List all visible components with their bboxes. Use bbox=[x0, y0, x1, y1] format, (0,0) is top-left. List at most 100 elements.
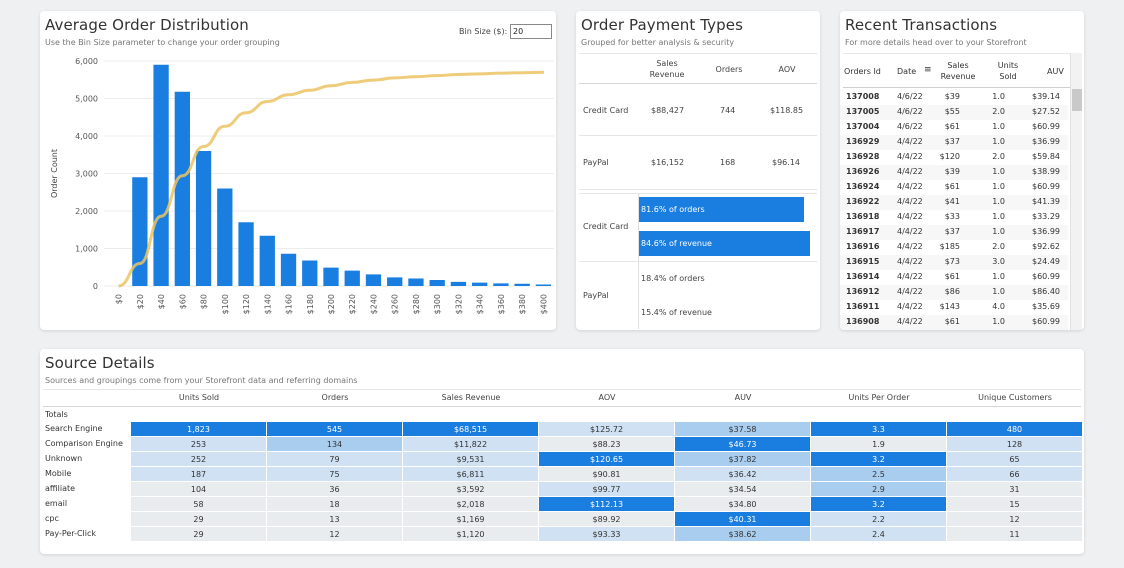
transaction-row[interactable]: 136917 4/4/22 $37 1.0 $36.99 bbox=[840, 225, 1068, 240]
source-name: cpc bbox=[45, 514, 59, 523]
transaction-row[interactable]: 136928 4/4/22 $120 2.0 $59.84 bbox=[840, 150, 1068, 165]
transaction-row[interactable]: 137005 4/6/22 $55 2.0 $27.52 bbox=[840, 105, 1068, 120]
source-col-header[interactable]: Units Per Order bbox=[811, 393, 947, 402]
payment-revenue: $88,427 bbox=[651, 106, 685, 115]
credit-card-orders-bar: 81.6% of orders bbox=[639, 197, 804, 222]
order-auv: $24.49 bbox=[1032, 257, 1060, 266]
order-date: 4/4/22 bbox=[897, 302, 923, 311]
transaction-row[interactable]: 136924 4/4/22 $61 1.0 $60.99 bbox=[840, 180, 1068, 195]
x-tick-label: $380 bbox=[518, 294, 527, 314]
order-revenue: $41 bbox=[944, 197, 960, 206]
col-order-id[interactable]: Orders Id bbox=[844, 67, 881, 76]
order-id: 136911 bbox=[846, 302, 880, 311]
source-cell: 36 bbox=[267, 482, 403, 497]
x-tick-label: $40 bbox=[157, 294, 166, 309]
order-auv: $35.69 bbox=[1032, 302, 1060, 311]
y-tick-label: 3,000 bbox=[75, 170, 98, 179]
order-auv: $92.62 bbox=[1032, 242, 1060, 251]
col-aov: AOV bbox=[778, 65, 796, 74]
order-auv: $27.52 bbox=[1032, 107, 1060, 116]
source-name: email bbox=[45, 499, 68, 508]
order-date: 4/6/22 bbox=[897, 92, 923, 101]
transaction-row[interactable]: 136911 4/4/22 $143 4.0 $35.69 bbox=[840, 300, 1068, 315]
transaction-row[interactable]: 136915 4/4/22 $73 3.0 $24.49 bbox=[840, 255, 1068, 270]
transaction-row[interactable]: 136912 4/4/22 $86 1.0 $86.40 bbox=[840, 285, 1068, 300]
order-distribution-chart: 6,000 5,000 4,000 3,000 2,000 1,000 0 Order Cou… bbox=[50, 57, 554, 314]
transaction-row[interactable]: 136929 4/4/22 $37 1.0 $36.99 bbox=[840, 135, 1068, 150]
sort-icon[interactable]: ≡ bbox=[924, 65, 932, 75]
source-col-header[interactable]: Sales Revenue bbox=[403, 393, 539, 402]
transaction-row[interactable]: 136916 4/4/22 $185 2.0 $92.62 bbox=[840, 240, 1068, 255]
divider bbox=[579, 83, 817, 84]
order-units: 1.0 bbox=[992, 182, 1005, 191]
source-col-header[interactable]: Unique Customers bbox=[947, 393, 1083, 402]
order-auv: $38.99 bbox=[1032, 167, 1060, 176]
histogram-bar bbox=[323, 267, 339, 286]
histogram-bar bbox=[535, 284, 552, 286]
x-tick-label: $180 bbox=[306, 294, 315, 314]
order-units: 2.0 bbox=[992, 152, 1005, 161]
order-id: 137004 bbox=[846, 122, 880, 131]
source-col-header[interactable]: Units Sold bbox=[131, 393, 267, 402]
source-cell: $38.62 bbox=[675, 527, 811, 542]
col-orders: Orders bbox=[715, 65, 743, 74]
x-tick-label: $200 bbox=[327, 294, 336, 314]
source-cell: $6,811 bbox=[403, 467, 539, 482]
scrollbar-thumb[interactable] bbox=[1072, 89, 1082, 111]
col-auv[interactable]: AUV bbox=[1047, 67, 1064, 76]
source-cell: 2.9 bbox=[811, 482, 947, 497]
order-auv: $86.40 bbox=[1032, 287, 1060, 296]
x-tick-label: $300 bbox=[433, 294, 442, 314]
x-tick-label: $400 bbox=[539, 294, 548, 314]
transaction-row[interactable]: 137004 4/6/22 $61 1.0 $60.99 bbox=[840, 120, 1068, 135]
transaction-row[interactable]: 136908 4/4/22 $61 1.0 $60.99 bbox=[840, 315, 1068, 330]
source-cell: 252 bbox=[131, 452, 267, 467]
source-cell: 2.2 bbox=[811, 512, 947, 527]
order-date: 4/4/22 bbox=[897, 137, 923, 146]
histogram-bar bbox=[302, 260, 318, 286]
transaction-row[interactable]: 137008 4/6/22 $39 1.0 $39.14 bbox=[840, 90, 1068, 105]
source-col-header[interactable]: Orders bbox=[267, 393, 403, 402]
source-cell: $40.31 bbox=[675, 512, 811, 527]
order-revenue: $61 bbox=[944, 317, 960, 326]
y-tick-label: 0 bbox=[93, 282, 98, 291]
transaction-row[interactable]: 136918 4/4/22 $33 1.0 $33.29 bbox=[840, 210, 1068, 225]
source-col-header[interactable]: AUV bbox=[675, 393, 811, 402]
order-id: 136918 bbox=[846, 212, 880, 221]
col-date[interactable]: Date bbox=[897, 67, 916, 76]
divider bbox=[43, 406, 1081, 407]
order-date: 4/4/22 bbox=[897, 272, 923, 281]
divider bbox=[843, 87, 1071, 88]
order-auv: $60.99 bbox=[1032, 122, 1060, 131]
transaction-row[interactable]: 136922 4/4/22 $41 1.0 $41.39 bbox=[840, 195, 1068, 210]
transaction-row[interactable]: 136926 4/4/22 $39 1.0 $38.99 bbox=[840, 165, 1068, 180]
source-cell: $36.42 bbox=[675, 467, 811, 482]
transaction-row[interactable]: 136914 4/4/22 $61 1.0 $60.99 bbox=[840, 270, 1068, 285]
source-cell: 2.5 bbox=[811, 467, 947, 482]
source-name: Mobile bbox=[45, 469, 72, 478]
order-id: 136928 bbox=[846, 152, 880, 161]
histogram-bar bbox=[450, 281, 467, 286]
order-id: 136908 bbox=[846, 317, 880, 326]
source-cell: 75 bbox=[267, 467, 403, 482]
order-units: 4.0 bbox=[992, 302, 1005, 311]
order-date: 4/4/22 bbox=[897, 212, 923, 221]
order-id: 137005 bbox=[846, 107, 880, 116]
source-col-header[interactable]: AOV bbox=[539, 393, 675, 402]
col-units-sold[interactable]: Units Sold bbox=[988, 60, 1028, 82]
payment-revenue: $16,152 bbox=[651, 158, 685, 167]
col-sales-revenue[interactable]: Sales Revenue bbox=[938, 60, 978, 82]
order-date: 4/4/22 bbox=[897, 317, 923, 326]
scrollbar[interactable] bbox=[1070, 53, 1082, 330]
source-cell: $93.33 bbox=[539, 527, 675, 542]
order-revenue: $143 bbox=[939, 302, 960, 311]
x-tick-label: $0 bbox=[115, 294, 124, 304]
source-cell: $3,592 bbox=[403, 482, 539, 497]
source-cell: $1,120 bbox=[403, 527, 539, 542]
order-date: 4/4/22 bbox=[897, 227, 923, 236]
source-cell: 18 bbox=[267, 497, 403, 512]
order-id: 136924 bbox=[846, 182, 880, 191]
order-revenue: $55 bbox=[944, 107, 960, 116]
y-tick-label: 2,000 bbox=[75, 207, 98, 216]
order-revenue: $86 bbox=[944, 287, 960, 296]
